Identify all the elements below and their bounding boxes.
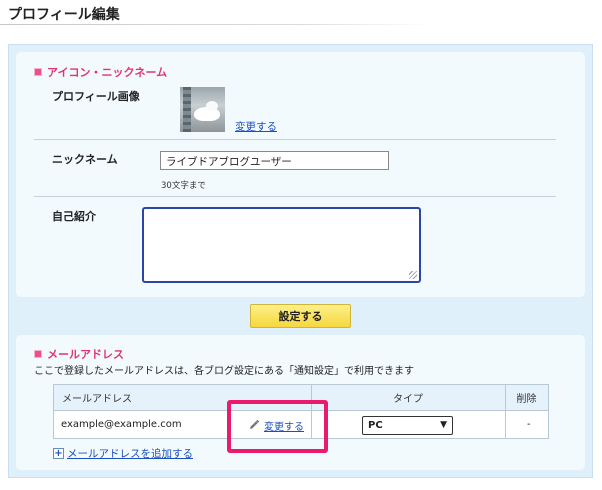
mail-description: ここで登録したメールアドレスは、各ブログ設定にある「通知設定」で利用できます [34,366,414,377]
nickname-field[interactable]: ライブドアブログユーザー [160,151,389,170]
mail-table: メールアドレス タイプ 削除 example@example.com 変更する … [53,384,549,439]
divider [34,196,556,197]
column-header-email: メールアドレス [54,385,311,411]
type-select-value: PC [368,420,383,431]
divider [34,139,556,140]
column-divider [505,385,506,438]
profile-image-label: プロフィール画像 [52,90,140,103]
delete-cell: - [527,419,531,430]
type-select[interactable]: PC ▼ [362,416,453,435]
chevron-down-icon: ▼ [440,420,447,430]
section-bullet-icon [34,350,42,358]
pencil-icon [250,419,260,429]
column-header-type: タイプ [311,385,505,411]
column-header-delete: 削除 [505,385,548,411]
mail-section-title: メールアドレス [47,348,124,361]
email-value: example@example.com [61,419,182,430]
avatar-cat-head [206,101,218,111]
add-email-label[interactable]: メールアドレスを追加する [67,446,193,461]
page-title: プロフィール編集 [8,7,120,23]
title-divider [0,24,430,25]
resize-grip-icon[interactable] [409,271,417,279]
change-email-link[interactable]: 変更する [264,418,304,433]
profile-section-title: アイコン・ニックネーム [47,66,168,79]
add-email-link[interactable]: + メールアドレスを追加する [53,446,193,461]
nickname-hint: 30文字まで [161,181,206,191]
change-avatar-link[interactable]: 変更する [235,119,277,134]
section-bullet-icon [34,68,42,76]
avatar [180,87,225,132]
avatar-bars [183,87,191,132]
column-divider [311,385,312,438]
nickname-label: ニックネーム [52,153,118,166]
plus-icon: + [53,448,64,459]
bio-label: 自己紹介 [52,210,96,223]
submit-button[interactable]: 設定する [250,304,351,328]
profile-section-heading: アイコン・ニックネーム [34,64,167,80]
bio-textarea[interactable] [142,207,421,283]
mail-section-heading: メールアドレス [34,346,124,362]
